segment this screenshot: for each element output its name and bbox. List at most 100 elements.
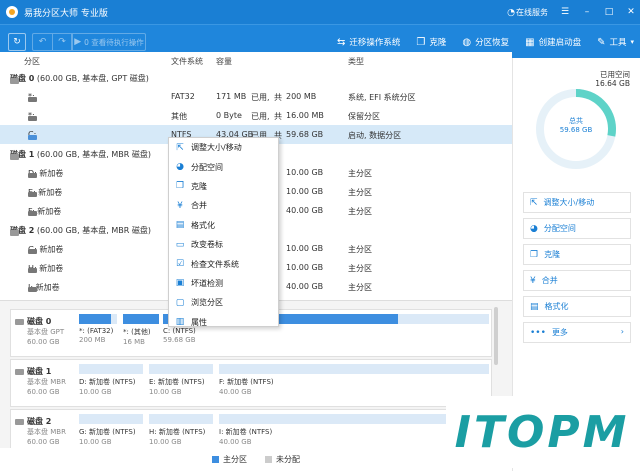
- title-bar: 易我分区大师 专业版 ◔在线服务 ☰ – □ ✕: [0, 0, 640, 24]
- surface-test-icon: ▣: [175, 278, 185, 289]
- tools-icon: ✎: [597, 36, 606, 48]
- partition-icon: [28, 192, 37, 197]
- label-icon: ▭: [175, 239, 185, 250]
- bootable-media-icon: ▦: [525, 36, 535, 48]
- chevron-right-icon: ›: [620, 327, 624, 336]
- watermark-logo: ITOPM: [446, 396, 638, 468]
- disk-map-partition[interactable]: D: 新加卷 (NTFS) 10.00 GB: [79, 364, 143, 404]
- partition-icon: [28, 173, 37, 178]
- pending-operations-button[interactable]: ▶ 0 查看待执行操作: [72, 33, 146, 51]
- unallocated-swatch-icon: [265, 456, 272, 463]
- migrate-os-button[interactable]: ⇆ 迁移操作系统: [336, 36, 400, 49]
- pie-icon: ◕: [176, 162, 184, 173]
- column-header-partition: 分区: [24, 57, 40, 66]
- column-header-capacity: 容量: [216, 57, 232, 66]
- migrate-icon: ⇆: [336, 36, 346, 48]
- disk-map-partition[interactable]: *: (其他) 16 MB: [123, 314, 159, 354]
- action-merge[interactable]: ¥ 合并: [523, 270, 631, 291]
- clone-icon: ❐: [530, 249, 539, 260]
- disk-map-partition[interactable]: *: (FAT32) 200 MB: [79, 314, 117, 354]
- menu-item-merge[interactable]: ¥ 合并: [169, 196, 278, 215]
- legend-primary: 主分区: [212, 454, 247, 465]
- disk-map-disk2[interactable]: 磁盘 2 基本盘 MBR 60.00 GB G: 新加卷 (NTFS) 10.0…: [10, 409, 492, 448]
- menu-item-properties[interactable]: ▥ 属性: [169, 313, 278, 332]
- tools-menu-button[interactable]: ✎ 工具 ▾: [597, 36, 634, 49]
- disk-icon: [10, 154, 19, 160]
- format-icon: ▤: [530, 301, 539, 312]
- menu-item-explore-partition[interactable]: ▢ 浏览分区: [169, 293, 278, 312]
- disk-icon: [15, 318, 24, 325]
- disk-icon: [15, 418, 24, 425]
- used-space-label: 已用空间: [600, 70, 630, 79]
- play-icon: ▶: [74, 37, 82, 47]
- total-value: 59.68 GB: [559, 126, 593, 134]
- maximize-icon[interactable]: □: [604, 7, 614, 17]
- pie-icon: ◕: [530, 223, 538, 234]
- folder-icon: ▢: [175, 297, 185, 308]
- disk-map-partition[interactable]: E: 新加卷 (NTFS) 10.00 GB: [149, 364, 213, 404]
- vertical-scrollbar[interactable]: [494, 307, 498, 365]
- partition-icon: [28, 135, 37, 140]
- refresh-icon: ↻: [13, 37, 21, 47]
- menu-item-allocate-space[interactable]: ◕ 分配空间: [169, 157, 278, 176]
- undo-icon: ↶: [38, 37, 47, 47]
- partition-row[interactable]: *: 其他 0 Byte 已用, 共 16.00 MB 保留分区: [0, 106, 512, 125]
- menu-item-clone[interactable]: ❐ 克隆: [169, 177, 278, 196]
- chevron-down-icon: ▾: [630, 38, 634, 46]
- partition-icon: [28, 249, 37, 254]
- usage-donut: 总共 59.68 GB: [531, 84, 621, 174]
- check-icon: ☑: [175, 259, 185, 270]
- partition-recovery-button[interactable]: ◍ 分区恢复: [462, 36, 509, 49]
- chat-icon: ◔: [507, 7, 515, 18]
- disk-icon: [10, 78, 19, 84]
- clone-button[interactable]: ❐ 克隆: [416, 36, 446, 49]
- clone-icon: ❐: [416, 36, 426, 48]
- disk-row[interactable]: 磁盘 0 (60.00 GB, 基本盘, GPT 磁盘): [0, 68, 512, 87]
- menu-icon[interactable]: ☰: [560, 7, 570, 17]
- online-service-link[interactable]: ◔在线服务: [506, 7, 548, 18]
- bootable-media-button[interactable]: ▦ 创建启动盘: [525, 36, 581, 49]
- partition-icon: [28, 287, 37, 292]
- partition-icon: [28, 116, 37, 121]
- column-header-filesystem: 文件系统: [171, 57, 203, 66]
- legend-unallocated: 未分配: [265, 454, 300, 465]
- resize-icon: ⇱: [176, 142, 184, 153]
- app-logo-icon: [6, 6, 18, 18]
- action-more[interactable]: ••• 更多 ›: [523, 322, 631, 343]
- action-allocate-space[interactable]: ◕ 分配空间: [523, 218, 631, 239]
- disk-map-disk1[interactable]: 磁盘 1 基本盘 MBR 60.00 GB D: 新加卷 (NTFS) 10.0…: [10, 359, 492, 407]
- partition-icon: [28, 211, 37, 216]
- action-format[interactable]: ▤ 格式化: [523, 296, 631, 317]
- context-menu: ⇱ 调整大小/移动 ◕ 分配空间 ❐ 克隆 ¥ 合并 ▤ 格式化 ▭ 改变卷标 ☑ 检查文件系…: [168, 137, 279, 327]
- properties-icon: ▥: [175, 317, 185, 328]
- merge-icon: ¥: [530, 275, 536, 286]
- partition-icon: [28, 97, 37, 102]
- undo-button[interactable]: ↶: [32, 33, 52, 51]
- close-icon[interactable]: ✕: [626, 7, 636, 17]
- partition-row[interactable]: *: FAT32 171 MB 已用, 共 200 MB 系统, EFI 系统分…: [0, 87, 512, 106]
- disk-map-partition[interactable]: G: 新加卷 (NTFS) 10.00 GB: [79, 414, 143, 448]
- minimize-icon[interactable]: –: [582, 7, 592, 17]
- menu-item-format[interactable]: ▤ 格式化: [169, 216, 278, 235]
- total-label: 总共: [569, 117, 583, 125]
- primary-swatch-icon: [212, 456, 219, 463]
- partition-recovery-icon: ◍: [462, 36, 472, 48]
- resize-icon: ⇱: [530, 197, 538, 208]
- format-icon: ▤: [175, 220, 185, 231]
- clone-icon: ❐: [175, 181, 185, 192]
- menu-item-change-label[interactable]: ▭ 改变卷标: [169, 235, 278, 254]
- partition-icon: [28, 268, 37, 273]
- legend: 主分区 未分配: [0, 448, 512, 471]
- action-resize-move[interactable]: ⇱ 调整大小/移动: [523, 192, 631, 213]
- redo-icon: ↷: [58, 37, 66, 47]
- menu-item-check-filesystem[interactable]: ☑ 检查文件系统: [169, 254, 278, 273]
- app-title: 易我分区大师 专业版: [24, 8, 108, 19]
- disk-map-partition[interactable]: H: 新加卷 (NTFS) 10.00 GB: [149, 414, 213, 448]
- redo-button[interactable]: ↷: [52, 33, 72, 51]
- menu-item-resize-move[interactable]: ⇱ 调整大小/移动: [169, 138, 278, 157]
- disk-icon: [10, 230, 19, 236]
- menu-item-surface-test[interactable]: ▣ 坏道检测: [169, 274, 278, 293]
- action-clone[interactable]: ❐ 克隆: [523, 244, 631, 265]
- refresh-button[interactable]: ↻: [8, 33, 26, 51]
- disk-icon: [15, 368, 24, 375]
